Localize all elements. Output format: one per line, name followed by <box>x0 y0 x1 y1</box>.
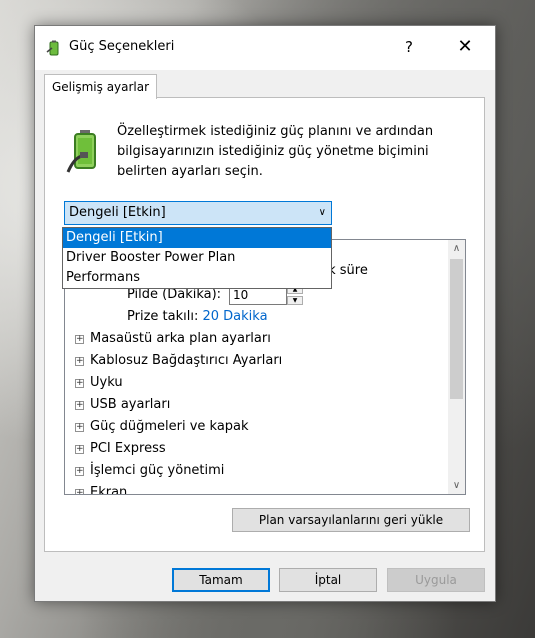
power-plan-value: Dengeli [Etkin] <box>69 205 166 220</box>
tree-item[interactable]: + İşlemci güç yönetimi <box>65 460 224 482</box>
tree-item-label: Ekran <box>90 485 128 495</box>
ok-button[interactable]: Tamam <box>172 568 270 592</box>
expand-icon[interactable]: + <box>75 357 84 366</box>
power-plan-select[interactable]: Dengeli [Etkin] ∨ <box>64 201 332 225</box>
power-plan-dropdown-list: Dengeli [Etkin] Driver Booster Power Pla… <box>62 227 332 289</box>
plugged-in-row: Prize takılı: 20 Dakika <box>127 306 268 328</box>
title-bar: Güç Seçenekleri ? ✕ <box>35 26 495 70</box>
tree-item-label: Kablosuz Bağdaştırıcı Ayarları <box>90 353 283 368</box>
description-text: Özelleştirmek istediğiniz güç planını ve… <box>117 124 434 179</box>
spin-down-icon[interactable]: ▼ <box>287 296 303 305</box>
scroll-up-icon[interactable]: ∧ <box>448 240 465 257</box>
chevron-down-icon: ∨ <box>318 207 326 218</box>
tree-item[interactable]: + Ekran <box>65 482 128 495</box>
power-options-icon <box>46 40 59 56</box>
expand-icon[interactable]: + <box>75 423 84 432</box>
scroll-thumb[interactable] <box>450 259 463 399</box>
help-button[interactable]: ? <box>387 31 431 63</box>
tree-item-label: İşlemci güç yönetimi <box>90 463 225 478</box>
tree-scrollbar[interactable]: ∧ ∨ <box>448 240 465 494</box>
expand-icon[interactable]: + <box>75 467 84 476</box>
dropdown-option[interactable]: Performans <box>63 268 331 288</box>
expand-icon[interactable]: + <box>75 489 84 494</box>
tree-item-label: Masaüstü arka plan ayarları <box>90 331 271 346</box>
dropdown-option[interactable]: Driver Booster Power Plan <box>63 248 331 268</box>
tree-item[interactable]: + Masaüstü arka plan ayarları <box>65 328 271 350</box>
tab-panel: Özelleştirmek istediğiniz güç planını ve… <box>44 97 485 552</box>
cancel-button[interactable]: İptal <box>279 568 377 592</box>
tree-item[interactable]: + Uyku <box>65 372 123 394</box>
tree-item-label: Uyku <box>90 375 123 390</box>
tree-item-label: Güç düğmeleri ve kapak <box>90 419 249 434</box>
power-options-dialog: Güç Seçenekleri ? ✕ Gelişmiş ayarlar Öze… <box>34 25 496 602</box>
window-title: Güç Seçenekleri <box>69 39 175 54</box>
tree-item[interactable]: + USB ayarları <box>65 394 170 416</box>
tree-item-label: PCI Express <box>90 441 166 456</box>
close-button[interactable]: ✕ <box>443 31 487 63</box>
tree-item[interactable]: + Güç düğmeleri ve kapak <box>65 416 249 438</box>
battery-plug-icon <box>66 130 96 173</box>
apply-button: Uygula <box>387 568 485 592</box>
restore-defaults-button[interactable]: Plan varsayılanlarını geri yükle <box>232 508 470 532</box>
tree-item[interactable]: + Kablosuz Bağdaştırıcı Ayarları <box>65 350 282 372</box>
expand-icon[interactable]: + <box>75 445 84 454</box>
plugged-in-value-link[interactable]: 20 Dakika <box>202 309 267 324</box>
plugged-in-label: Prize takılı: <box>127 309 199 324</box>
expand-icon[interactable]: + <box>75 379 84 388</box>
dropdown-option[interactable]: Dengeli [Etkin] <box>63 228 331 248</box>
tab-advanced-settings[interactable]: Gelişmiş ayarlar <box>44 74 158 99</box>
scroll-down-icon[interactable]: ∨ <box>448 477 465 494</box>
expand-icon[interactable]: + <box>75 401 84 410</box>
tree-item-label: USB ayarları <box>90 397 171 412</box>
tree-item[interactable]: + PCI Express <box>65 438 166 460</box>
expand-icon[interactable]: + <box>75 335 84 344</box>
